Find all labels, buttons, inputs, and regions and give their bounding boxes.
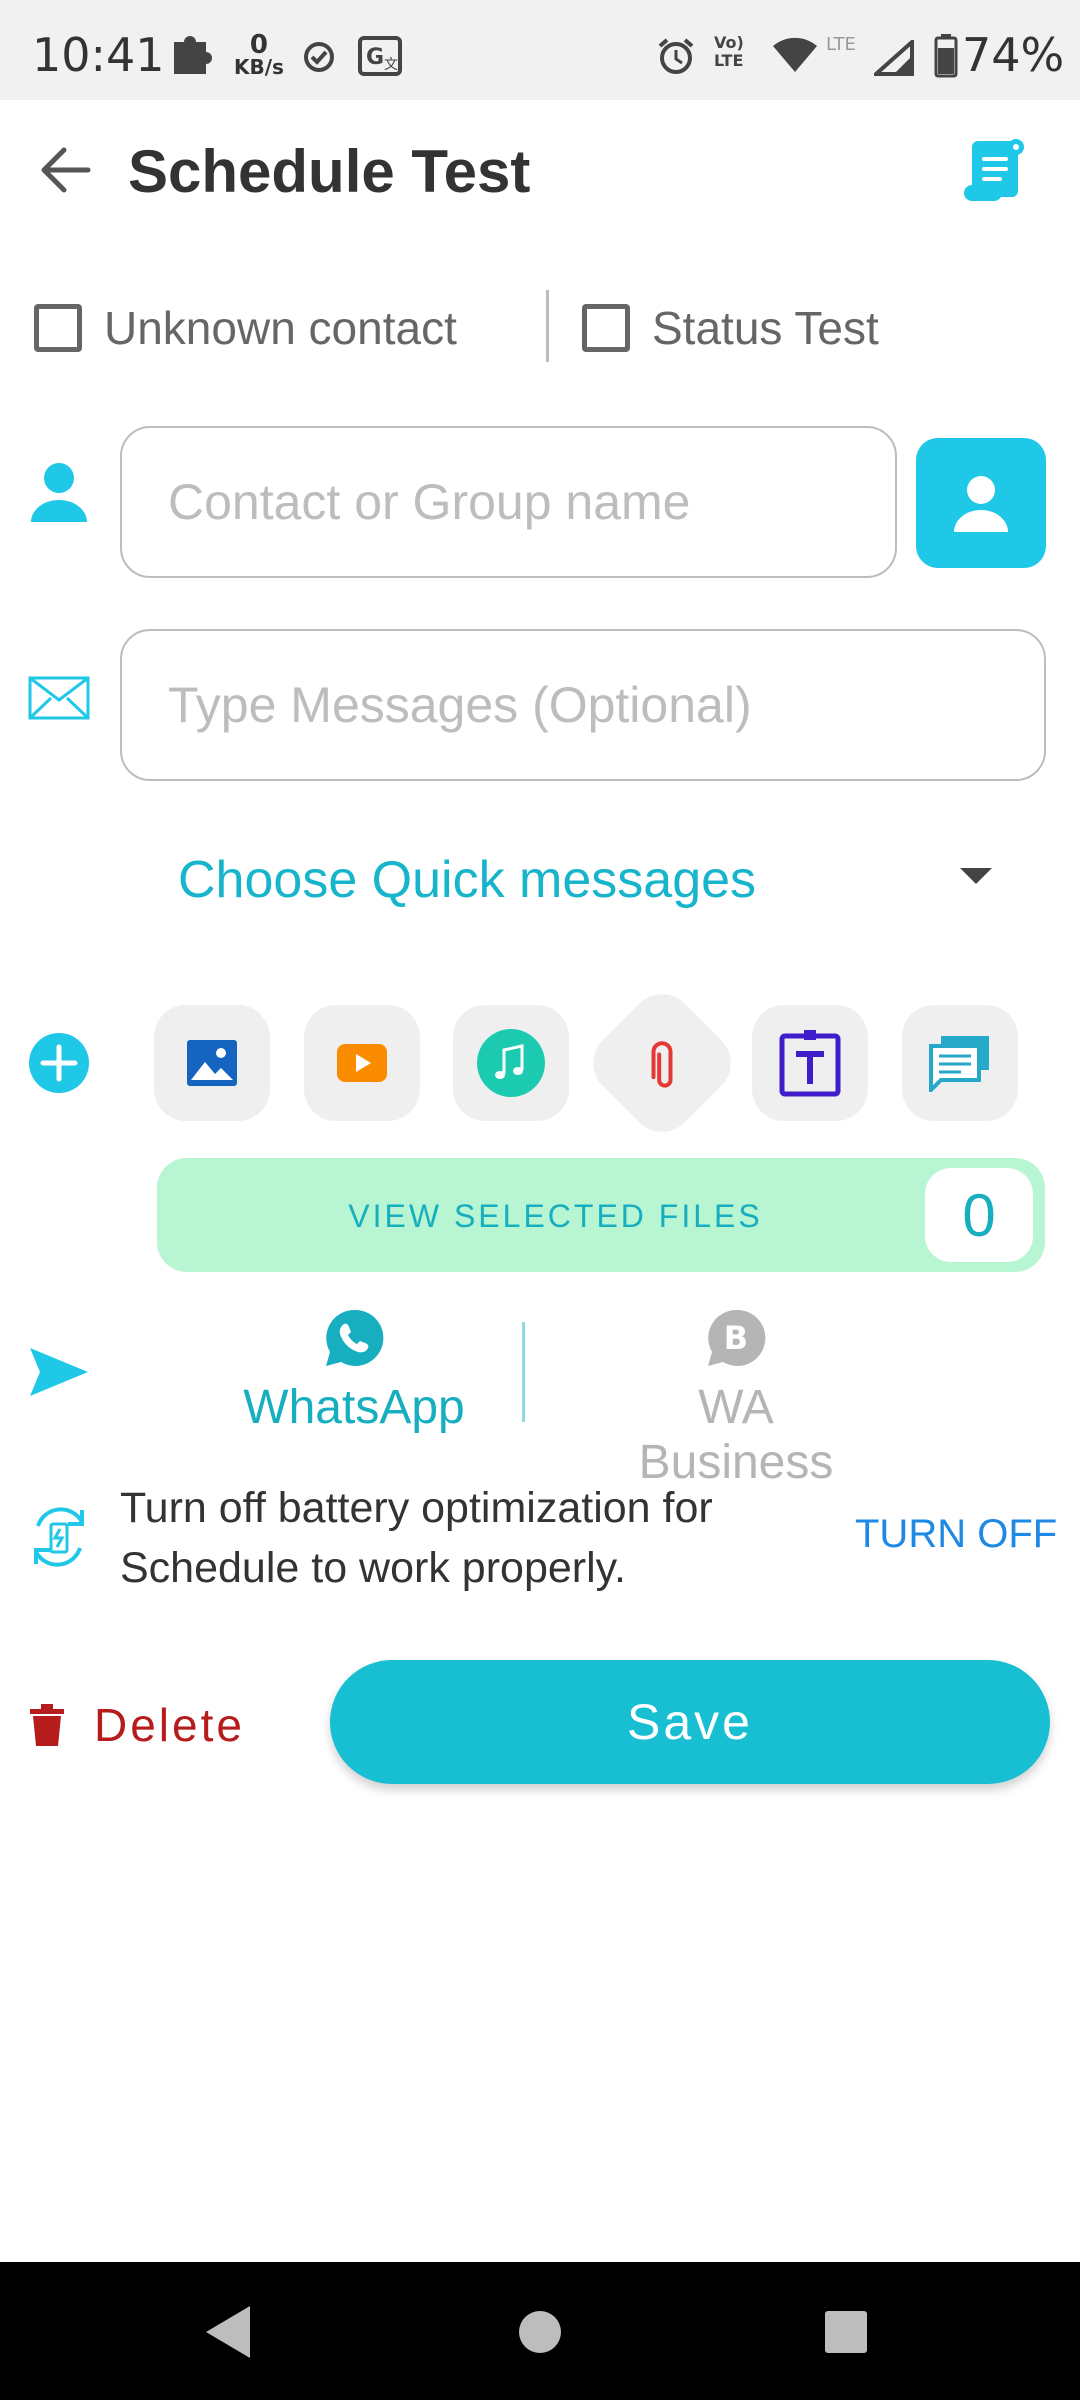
status-time: 10:41: [32, 28, 165, 82]
translate-icon: G 文: [358, 36, 402, 76]
status-test-label: Status Test: [652, 302, 879, 354]
turn-off-button[interactable]: TURN OFF: [855, 1512, 1057, 1557]
battery-icon: [934, 34, 958, 78]
app-divider: [522, 1322, 525, 1422]
contact-input[interactable]: [120, 426, 897, 578]
whatsapp-icon: [326, 1309, 384, 1366]
delete-label: Delete: [94, 1699, 245, 1751]
net-speed: 0 KB/s: [234, 30, 284, 79]
send-icon: [30, 1348, 88, 1396]
music-icon: [477, 1029, 545, 1097]
svg-text:B: B: [724, 1319, 748, 1357]
page-title: Schedule Test: [128, 138, 531, 205]
attach-text-button[interactable]: [752, 1005, 868, 1121]
scroll-document-icon: [964, 139, 1024, 201]
lte-signal-icon: [874, 40, 914, 76]
templates-button[interactable]: [958, 135, 1030, 207]
volte-icon: Vo) LTE: [714, 33, 744, 70]
alarm-icon: [658, 38, 694, 74]
selected-files-count: 0: [925, 1168, 1033, 1262]
checkbox-box[interactable]: [582, 304, 630, 352]
status-test-checkbox[interactable]: Status Test: [582, 296, 879, 360]
nav-recents-icon[interactable]: [816, 2302, 876, 2362]
view-files-label: VIEW SELECTED FILES: [348, 1198, 763, 1234]
contact-picker-button[interactable]: [916, 438, 1046, 568]
attach-file-button[interactable]: [579, 980, 745, 1146]
navigation-bar: [0, 2262, 1080, 2400]
message-text-field[interactable]: [168, 676, 1044, 734]
svg-text:G: G: [366, 45, 384, 70]
chat-icon: [929, 1036, 989, 1092]
puzzle-icon: [174, 36, 212, 74]
battery-percent: 74%: [962, 28, 1065, 82]
business-icon: B: [708, 1309, 766, 1366]
trash-icon: [30, 1704, 64, 1746]
quick-messages-dropdown[interactable]: Choose Quick messages: [178, 846, 1018, 916]
svg-text:文: 文: [384, 57, 398, 73]
wa-business-option[interactable]: B WA Business: [606, 1300, 866, 1489]
image-icon: [187, 1040, 237, 1086]
unknown-contact-checkbox[interactable]: Unknown contact: [34, 296, 457, 360]
lte-label: LTE: [826, 34, 856, 55]
message-input[interactable]: [120, 629, 1046, 781]
wa-business-label: WA Business: [638, 1381, 834, 1489]
attach-chat-button[interactable]: [902, 1005, 1018, 1121]
nav-back-icon[interactable]: [200, 2302, 260, 2362]
delete-button[interactable]: Delete: [30, 1695, 245, 1755]
attach-video-button[interactable]: [304, 1005, 420, 1121]
view-selected-files-button[interactable]: VIEW SELECTED FILES 0: [157, 1158, 1045, 1272]
nav-home-icon[interactable]: [510, 2302, 570, 2362]
wifi-icon: [773, 37, 817, 72]
attach-image-button[interactable]: [154, 1005, 270, 1121]
whatsapp-option[interactable]: WhatsApp: [224, 1300, 484, 1440]
battery-optimization-notice: Turn off battery optimization for Schedu…: [120, 1484, 713, 1592]
add-attachment-icon[interactable]: [28, 1032, 90, 1094]
whatsapp-label: WhatsApp: [243, 1381, 465, 1434]
divider: [546, 290, 549, 362]
attach-audio-button[interactable]: [453, 1005, 569, 1121]
unknown-contact-label: Unknown contact: [104, 302, 457, 354]
save-button[interactable]: Save: [330, 1660, 1050, 1784]
arrow-left-icon: [41, 147, 91, 193]
chevron-down-icon: [960, 868, 992, 884]
battery-sync-icon: [34, 1507, 84, 1567]
status-bar: 10:41 0 KB/s G 文 Vo) LTE LTE 74%: [0, 0, 1080, 100]
video-icon: [337, 1044, 387, 1082]
paperclip-icon: [651, 1041, 673, 1088]
text-icon: [779, 1030, 841, 1097]
contact-person-icon: [31, 463, 87, 522]
contact-text-field[interactable]: [168, 473, 895, 531]
back-button[interactable]: [30, 135, 100, 205]
person-icon: [954, 476, 1008, 532]
envelope-icon: [28, 676, 90, 720]
check-circle-icon: [304, 42, 334, 72]
checkbox-box[interactable]: [34, 304, 82, 352]
quick-messages-label: Choose Quick messages: [178, 851, 757, 909]
